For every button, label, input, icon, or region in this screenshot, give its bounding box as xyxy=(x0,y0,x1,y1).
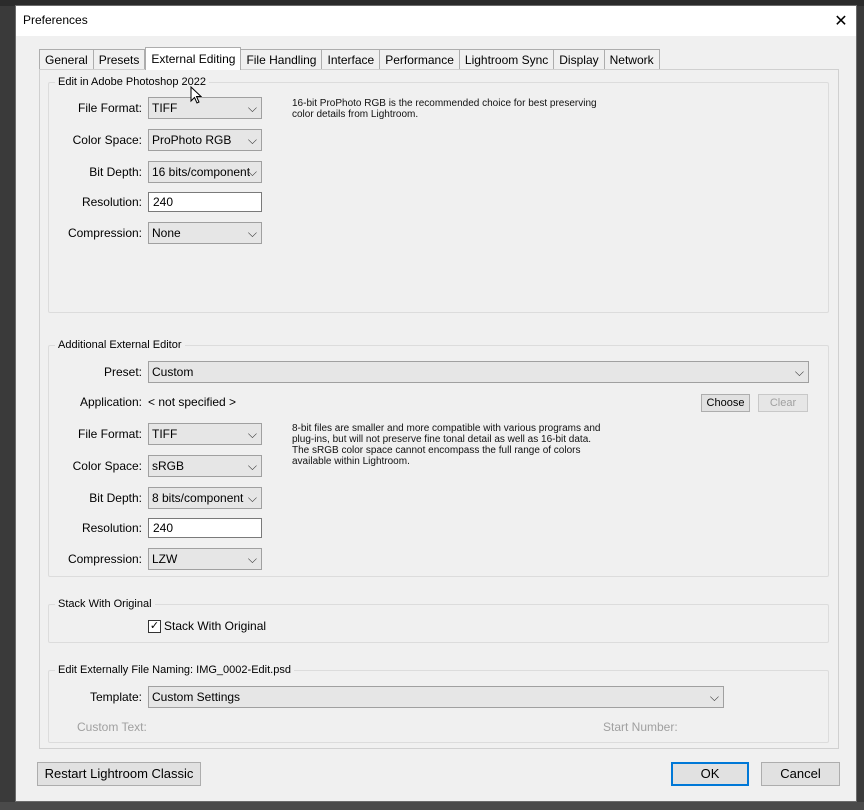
ext-file-format-value: TIFF xyxy=(152,427,178,441)
close-icon[interactable]: ✕ xyxy=(826,6,856,36)
cancel-button[interactable]: Cancel xyxy=(761,762,840,786)
ps-compression-value: None xyxy=(152,226,181,240)
desktop-backdrop-bottom xyxy=(0,802,864,810)
ps-file-format-label: File Format: xyxy=(77,101,142,115)
ext-bit-depth-label: Bit Depth: xyxy=(89,491,142,505)
tab-lightroom-sync[interactable]: Lightroom Sync xyxy=(459,49,555,70)
template-label: Template: xyxy=(89,690,142,704)
ps-bit-depth-select[interactable]: 16 bits/component ⌵ xyxy=(148,161,262,183)
preset-label: Preset: xyxy=(103,365,142,379)
ok-button[interactable]: OK xyxy=(671,762,749,786)
chevron-down-icon: ⌵ xyxy=(247,226,257,240)
tab-external-editing[interactable]: External Editing xyxy=(145,47,242,70)
ps-color-space-select[interactable]: ProPhoto RGB ⌵ xyxy=(148,129,262,151)
chevron-down-icon: ⌵ xyxy=(247,101,257,115)
chevron-down-icon: ⌵ xyxy=(247,427,257,441)
photoshop-group-title: Edit in Adobe Photoshop 2022 xyxy=(55,76,210,88)
chevron-down-icon: ⌵ xyxy=(247,459,257,473)
ext-note-line: 8-bit files are smaller and more compati… xyxy=(292,423,601,434)
ext-compression-label: Compression: xyxy=(67,552,142,566)
file-naming-group-title: Edit Externally File Naming: IMG_0002-Ed… xyxy=(55,664,294,676)
ps-resolution-label: Resolution: xyxy=(81,195,142,209)
additional-group-title: Additional External Editor xyxy=(55,339,185,351)
ps-resolution-input[interactable]: 240 xyxy=(148,192,262,212)
ps-note-line: 16-bit ProPhoto RGB is the recommended c… xyxy=(292,98,597,109)
ext-resolution-input[interactable]: 240 xyxy=(148,518,262,538)
chevron-down-icon: ⌵ xyxy=(794,365,804,379)
ext-info-note: 8-bit files are smaller and more compati… xyxy=(292,423,600,467)
stack-with-original-checkbox[interactable]: ✓ xyxy=(148,620,161,633)
ext-color-space-value: sRGB xyxy=(152,459,185,473)
ext-compression-select[interactable]: LZW ⌵ xyxy=(148,548,262,570)
file-naming-group: Edit Externally File Naming: IMG_0002-Ed… xyxy=(48,664,829,743)
chevron-down-icon: ⌵ xyxy=(247,133,257,147)
restart-lightroom-button[interactable]: Restart Lightroom Classic xyxy=(37,762,201,786)
tab-performance[interactable]: Performance xyxy=(380,49,460,70)
ext-resolution-label: Resolution: xyxy=(81,521,142,535)
ext-bit-depth-value: 8 bits/component xyxy=(152,491,244,505)
ext-note-line: The sRGB color space cannot encompass th… xyxy=(292,445,581,456)
chevron-down-icon: ⌵ xyxy=(247,491,257,505)
photoshop-group: Edit in Adobe Photoshop 2022 File Format… xyxy=(48,76,829,313)
ps-bit-depth-value: 16 bits/component xyxy=(152,165,251,179)
ps-color-space-value: ProPhoto RGB xyxy=(152,133,232,147)
mouse-cursor-icon xyxy=(190,86,202,104)
ext-file-format-select[interactable]: TIFF ⌵ xyxy=(148,423,262,445)
ext-color-space-label: Color Space: xyxy=(72,459,142,473)
application-value: < not specified > xyxy=(148,395,237,409)
ps-bit-depth-label: Bit Depth: xyxy=(89,165,142,179)
ext-compression-value: LZW xyxy=(152,552,178,566)
tab-display[interactable]: Display xyxy=(554,49,605,70)
ext-file-format-label: File Format: xyxy=(77,427,142,441)
ps-compression-select[interactable]: None ⌵ xyxy=(148,222,262,244)
dialog-title: Preferences xyxy=(23,13,88,27)
ext-bit-depth-select[interactable]: 8 bits/component ⌵ xyxy=(148,487,262,509)
preset-select[interactable]: Custom ⌵ xyxy=(148,361,809,383)
stack-group: Stack With Original ✓ Stack With Origina… xyxy=(48,598,829,643)
additional-editor-group: Additional External Editor Preset: Custo… xyxy=(48,339,829,577)
tab-general[interactable]: General xyxy=(39,49,94,70)
tab-bar: General Presets External Editing File Ha… xyxy=(39,47,660,70)
ps-compression-label: Compression: xyxy=(67,226,142,240)
tab-file-handling[interactable]: File Handling xyxy=(241,49,323,70)
choose-button[interactable]: Choose xyxy=(701,394,750,412)
stack-with-original-label: Stack With Original xyxy=(164,619,267,633)
template-value: Custom Settings xyxy=(152,690,241,704)
preset-value: Custom xyxy=(152,365,194,379)
template-select[interactable]: Custom Settings ⌵ xyxy=(148,686,724,708)
start-number-label: Start Number: xyxy=(603,720,678,734)
ext-note-line: plug-ins, but will not preserve fine ton… xyxy=(292,434,592,445)
chevron-down-icon: ⌵ xyxy=(247,165,257,179)
clear-button[interactable]: Clear xyxy=(758,394,808,412)
ps-file-format-select[interactable]: TIFF ⌵ xyxy=(148,97,262,119)
ps-color-space-label: Color Space: xyxy=(72,133,142,147)
ext-note-line: available within Lightroom. xyxy=(292,456,410,467)
stack-group-title: Stack With Original xyxy=(55,598,155,610)
title-bar: Preferences ✕ xyxy=(16,6,856,36)
ext-color-space-select[interactable]: sRGB ⌵ xyxy=(148,455,262,477)
ps-note-line: color details from Lightroom. xyxy=(292,109,419,120)
custom-text-label: Custom Text: xyxy=(77,720,147,734)
preferences-dialog: Preferences ✕ General Presets External E… xyxy=(15,5,857,802)
external-editing-page: Edit in Adobe Photoshop 2022 File Format… xyxy=(39,69,839,749)
chevron-down-icon: ⌵ xyxy=(709,690,719,704)
chevron-down-icon: ⌵ xyxy=(247,552,257,566)
application-label: Application: xyxy=(79,395,142,409)
ps-recommendation-note: 16-bit ProPhoto RGB is the recommended c… xyxy=(292,98,597,120)
tab-interface[interactable]: Interface xyxy=(322,49,381,70)
ps-file-format-value: TIFF xyxy=(152,101,178,115)
tab-network[interactable]: Network xyxy=(604,49,660,70)
tab-presets[interactable]: Presets xyxy=(93,49,146,70)
